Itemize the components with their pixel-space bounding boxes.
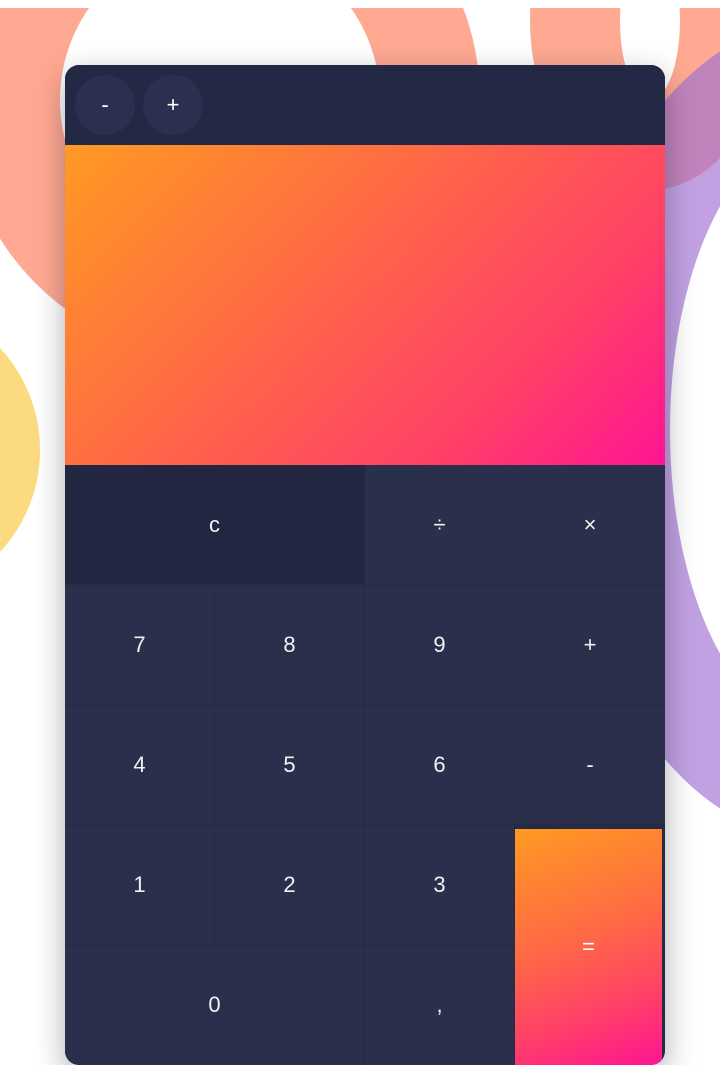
clear-button[interactable]: c — [65, 465, 364, 584]
keypad: c ÷ × 7 8 9 + 4 5 6 - 1 2 3 = 0 , — [65, 465, 665, 1065]
decrease-size-button[interactable]: - — [75, 75, 135, 135]
equals-button[interactable]: = — [515, 829, 662, 1065]
digit-3-button[interactable]: 3 — [365, 825, 514, 944]
multiply-button[interactable]: × — [515, 465, 665, 584]
digit-4-button[interactable]: 4 — [65, 705, 214, 824]
digit-7-button[interactable]: 7 — [65, 585, 214, 704]
calculator-panel: - + c ÷ × 7 8 9 + 4 5 6 - 1 2 3 = 0 , — [65, 65, 665, 1065]
digit-2-button[interactable]: 2 — [215, 825, 364, 944]
increase-size-button[interactable]: + — [143, 75, 203, 135]
digit-9-button[interactable]: 9 — [365, 585, 514, 704]
digit-5-button[interactable]: 5 — [215, 705, 364, 824]
size-control-bar: - + — [65, 65, 665, 145]
digit-0-button[interactable]: 0 — [65, 945, 364, 1065]
digit-6-button[interactable]: 6 — [365, 705, 514, 824]
decimal-button[interactable]: , — [365, 945, 514, 1065]
decorative-ring-yellow — [0, 300, 40, 600]
top-margin — [0, 0, 720, 8]
digit-1-button[interactable]: 1 — [65, 825, 214, 944]
divide-button[interactable]: ÷ — [365, 465, 514, 584]
subtract-button[interactable]: - — [515, 705, 665, 824]
digit-8-button[interactable]: 8 — [215, 585, 364, 704]
result-display — [65, 145, 665, 465]
add-button[interactable]: + — [515, 585, 665, 704]
